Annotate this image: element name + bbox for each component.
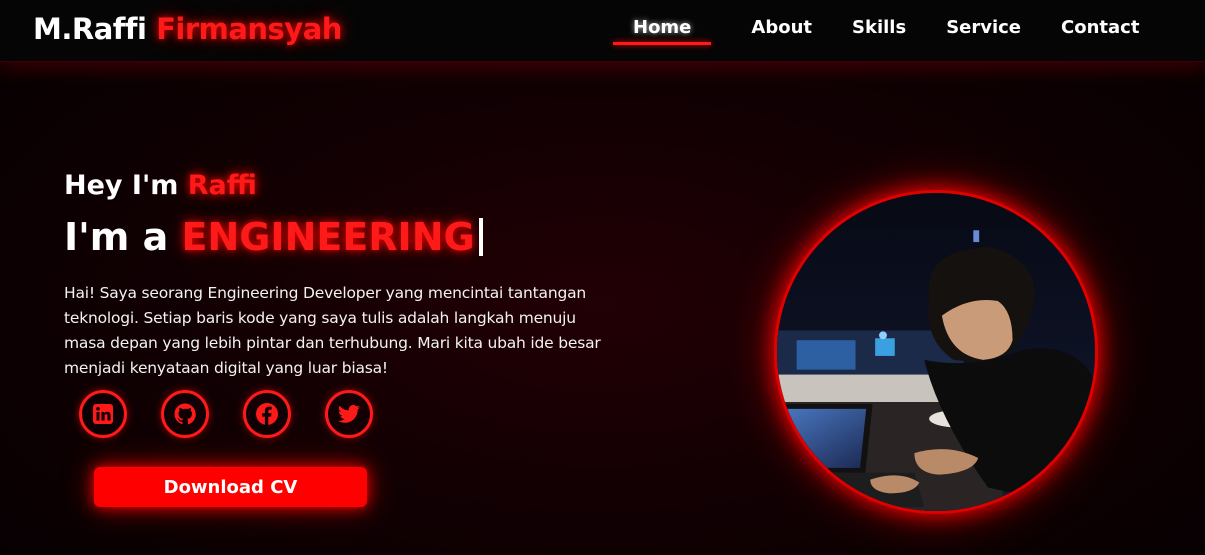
brand-logo[interactable]: M.Raffi Firmansyah [33, 12, 342, 46]
github-link[interactable] [161, 390, 209, 438]
facebook-icon [255, 402, 279, 426]
social-links [79, 390, 407, 438]
facebook-link[interactable] [243, 390, 291, 438]
download-cv-button[interactable]: Download CV [94, 467, 367, 507]
hero-description: Hai! Saya seorang Engineering Developer … [64, 284, 601, 377]
greeting-prefix: Hey I'm [64, 170, 179, 201]
hero-role-title: I'm a ENGINEERING [64, 215, 483, 259]
navbar: M.Raffi Firmansyah Home About Skills Ser… [0, 0, 1205, 62]
role-prefix: I'm a [64, 215, 169, 259]
nav-menu: Home About Skills Service Contact [613, 17, 1179, 45]
twitter-icon [337, 402, 361, 426]
profile-photo [774, 190, 1098, 514]
nav-link-home[interactable]: Home [613, 17, 712, 45]
nav-link-about[interactable]: About [751, 17, 812, 38]
linkedin-icon [91, 402, 115, 426]
nav-link-contact[interactable]: Contact [1061, 17, 1139, 38]
hero-greeting: Hey I'm Raffi [64, 170, 257, 201]
brand-first-name: M.Raffi [33, 12, 147, 46]
linkedin-link[interactable] [79, 390, 127, 438]
nav-link-skills[interactable]: Skills [852, 17, 906, 38]
typing-cursor [478, 218, 483, 256]
twitter-link[interactable] [325, 390, 373, 438]
greeting-name: Raffi [187, 170, 257, 201]
brand-last-name: Firmansyah [156, 12, 342, 46]
github-icon [173, 402, 197, 426]
role-typed-text: ENGINEERING [181, 215, 475, 259]
nav-link-service[interactable]: Service [946, 17, 1021, 38]
